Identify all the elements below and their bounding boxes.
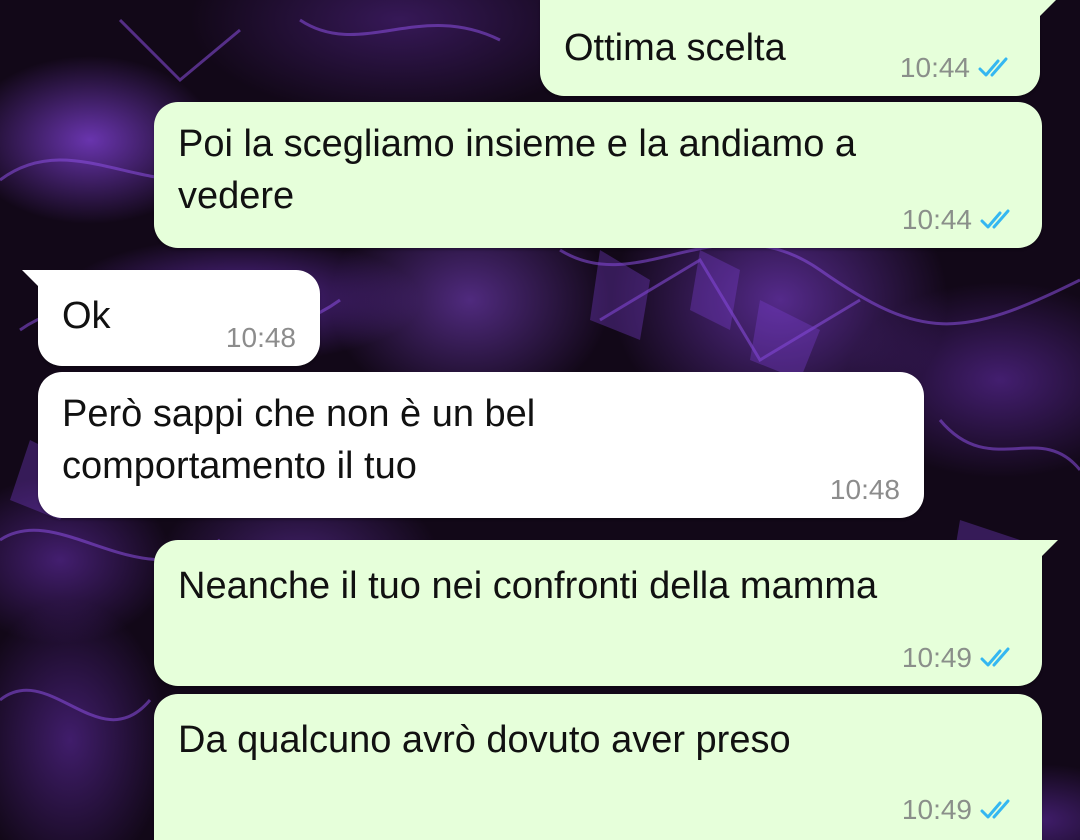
double-check-icon [978, 57, 1008, 77]
message-meta: 10:48 [830, 474, 900, 506]
message-text: Però sappi che non è un bel comportament… [62, 393, 536, 487]
message-text: Poi la scegliamo insieme e la andiamo a … [178, 123, 857, 217]
double-check-icon [980, 799, 1010, 819]
message-bubble-incoming[interactable]: Però sappi che non è un bel comportament… [38, 372, 924, 518]
double-check-icon [980, 209, 1010, 229]
message-text: Neanche il tuo nei confronti della mamma [178, 565, 878, 607]
message-bubble-outgoing[interactable]: Neanche il tuo nei confronti della mamma… [154, 540, 1058, 686]
bubble-tail [22, 270, 44, 292]
message-time: 10:49 [901, 642, 972, 673]
message-bubble-incoming[interactable]: Ok 10:48 [22, 270, 320, 366]
bubble-tail [1036, 540, 1058, 562]
message-meta: 10:44 [900, 52, 1018, 84]
double-check-icon [980, 647, 1010, 667]
message-bubble-outgoing[interactable]: Poi la scegliamo insieme e la andiamo a … [154, 102, 1042, 248]
message-list: Ottima scelta 10:44 Poi la scegliamo ins… [0, 0, 1080, 840]
message-bubble-outgoing[interactable]: Da qualcuno avrò dovuto aver preso 10:49 [154, 694, 1042, 840]
message-meta: 10:49 [902, 794, 1020, 826]
message-time: 10:48 [225, 322, 296, 353]
message-time: 10:44 [901, 204, 972, 235]
message-time: 10:44 [899, 52, 970, 83]
message-bubble-outgoing[interactable]: Ottima scelta 10:44 [540, 0, 1056, 96]
message-meta: 10:44 [902, 204, 1020, 236]
message-time: 10:49 [901, 794, 972, 825]
message-meta: 10:49 [902, 642, 1020, 674]
message-text: Da qualcuno avrò dovuto aver preso [178, 719, 791, 761]
message-time: 10:48 [829, 474, 900, 505]
bubble-tail [1034, 0, 1056, 22]
message-meta: 10:48 [226, 322, 296, 354]
